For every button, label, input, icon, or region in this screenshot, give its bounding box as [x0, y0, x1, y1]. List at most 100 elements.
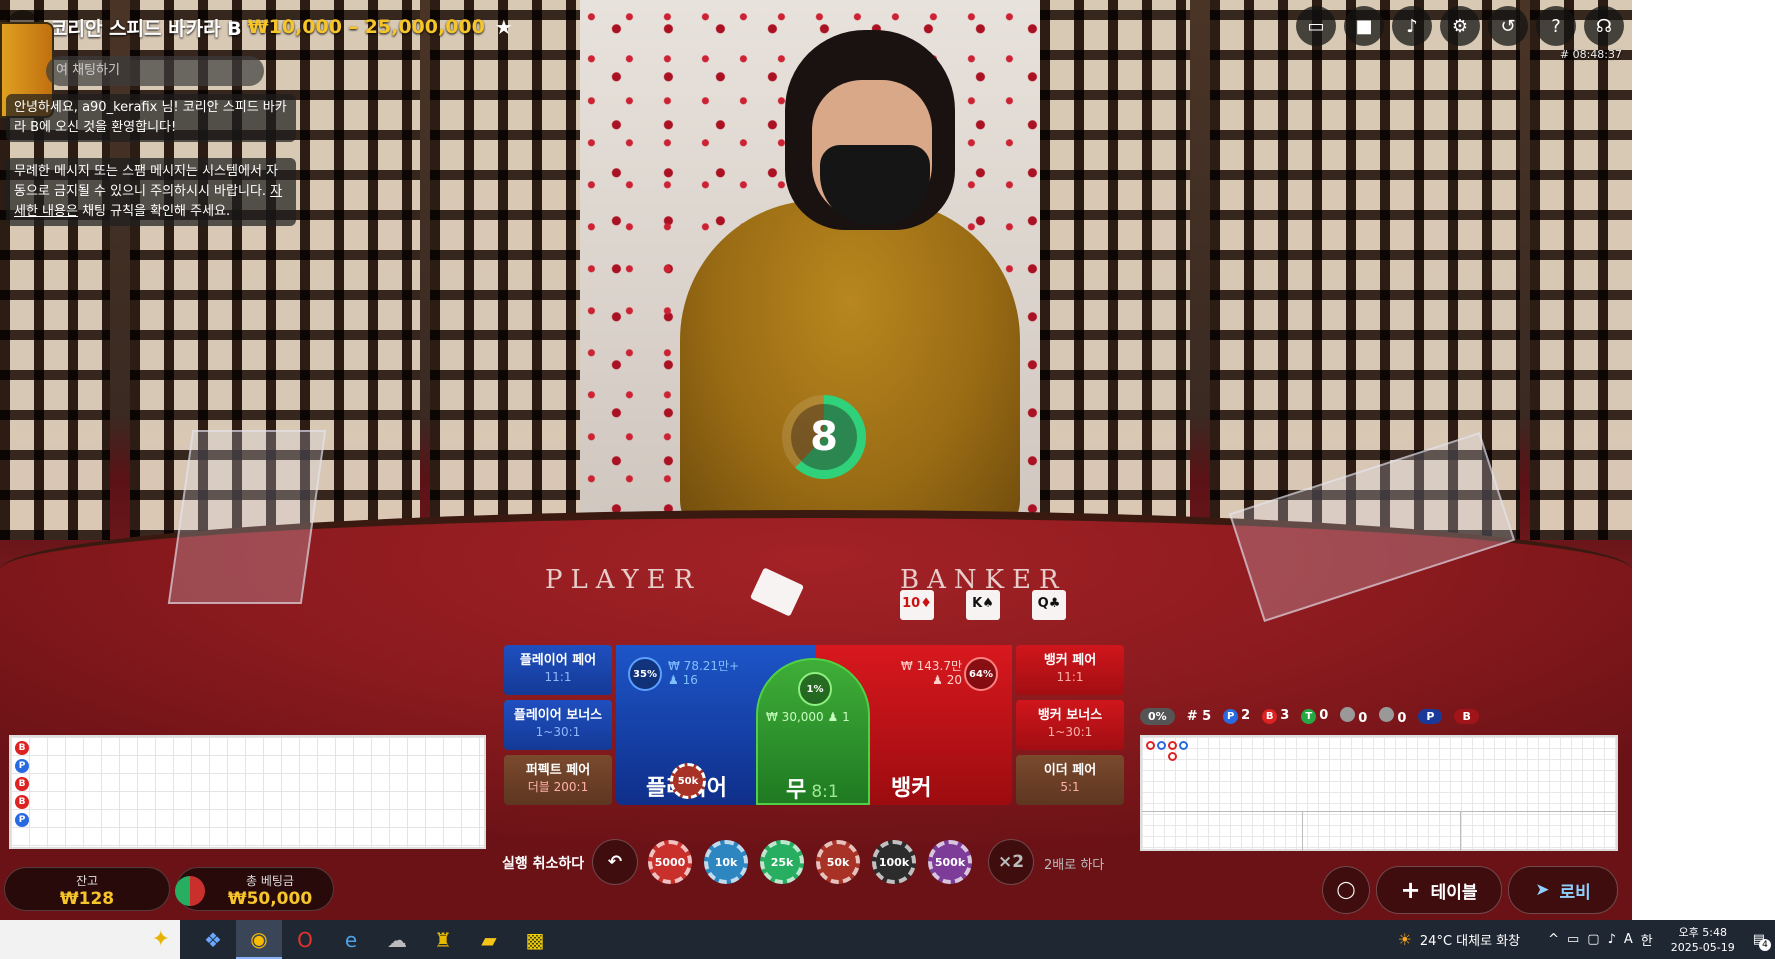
banker-bettor-value: 20 [946, 673, 962, 687]
banker-dot-icon: B [1262, 709, 1278, 724]
copilot-icon[interactable]: ✦ [0, 920, 180, 959]
plus-icon: + [1400, 876, 1421, 904]
banker-card: 10♦ [900, 590, 934, 620]
dealer [680, 200, 1020, 540]
tie-label-group: 무 8:1 [786, 772, 839, 804]
player-win-count: P2 [1223, 708, 1250, 724]
settings-icon[interactable]: ⚙ [1440, 6, 1480, 46]
chat-icon[interactable]: ▭ [1296, 6, 1336, 46]
player-pair-bet[interactable]: 플레이어 페어 11:1 [504, 645, 612, 695]
volume-icon[interactable]: ♪ [1392, 6, 1432, 46]
banker-predict-button[interactable]: B [1454, 708, 1479, 724]
player-bonus-bet[interactable]: 플레이어 보너스 1~30:1 [504, 700, 612, 750]
player-bettor-value: 16 [682, 673, 698, 687]
round-id: # 08:48:37 [1559, 48, 1622, 61]
chip-5000[interactable]: 5000 [648, 840, 692, 884]
player-bettor-count: ♟ 16 [668, 673, 698, 687]
undo-icon[interactable]: ↶ [592, 839, 638, 885]
clock[interactable]: 오후 5:48 2025-05-19 [1671, 925, 1735, 955]
chip-25k[interactable]: 25k [760, 840, 804, 884]
big-road-player [1179, 741, 1188, 750]
bet-label: 퍼펙트 페어 [525, 763, 591, 778]
either-pair-bet[interactable]: 이더 페어 5:1 [1016, 755, 1124, 805]
bead-banker: B [15, 777, 29, 791]
bead-player: P [15, 759, 29, 773]
chat-input[interactable]: 여 채팅하기 [46, 56, 264, 86]
bet-odds: 11:1 [544, 670, 572, 684]
weather-text[interactable]: 24°C 대체로 화창 [1420, 930, 1520, 949]
app-icon[interactable]: ☁ [374, 920, 420, 959]
chip-500k[interactable]: 500k [928, 840, 972, 884]
app-icon[interactable]: ♜ [420, 920, 466, 959]
banker-pair-bet[interactable]: 뱅커 페어 11:1 [1016, 645, 1124, 695]
star-icon[interactable]: ★ [495, 15, 513, 39]
lobby-button[interactable]: ➤ 로비 [1508, 866, 1618, 914]
bet-label: 뱅커 페어 [1043, 653, 1097, 668]
big-road-banker [1146, 741, 1155, 750]
road-divider [1460, 811, 1461, 851]
chip-100k[interactable]: 100k [872, 840, 916, 884]
sticky-notes-icon[interactable]: ▩ [512, 920, 558, 959]
bead-road: B P B B P [9, 735, 486, 849]
edge-icon[interactable]: e [328, 920, 374, 959]
chrome-icon[interactable]: ◉ [236, 920, 282, 959]
system-tray: ☀ 24°C 대체로 화창 ^ ▭ ▢ ♪ A 한 오후 5:48 2025-0… [1398, 920, 1775, 959]
discard-holder [167, 430, 327, 604]
keyboard-a-icon[interactable]: A [1624, 932, 1633, 947]
display-icon[interactable]: ▢ [1587, 932, 1599, 947]
lattice-screen [430, 0, 580, 540]
chevron-up-icon[interactable]: ^ [1548, 932, 1559, 947]
player-pair-value: 0 [1358, 710, 1368, 726]
video-icon[interactable]: ■ [1344, 6, 1384, 46]
double-label: 2배로 하다 [1044, 858, 1105, 873]
total-bet-value: ₩50,000 [227, 889, 313, 909]
banker-bonus-bet[interactable]: 뱅커 보너스 1~30:1 [1016, 700, 1124, 750]
ime-icon[interactable]: 한 [1641, 930, 1653, 949]
headset-icon[interactable]: ☊ [1584, 6, 1624, 46]
bet-odds: 5:1 [1060, 780, 1080, 794]
weather-icon: ☀ [1397, 930, 1412, 949]
player-predict-button[interactable]: P [1418, 708, 1443, 724]
chip-10k[interactable]: 10k [704, 840, 748, 884]
tie-percentage: 1% [798, 672, 832, 706]
clock-time: 오후 5:48 [1678, 925, 1727, 939]
volume-tray-icon[interactable]: ♪ [1608, 932, 1616, 947]
chat-bubble-icon[interactable]: ◯ [1322, 866, 1370, 914]
tables-label: 테이블 [1430, 882, 1478, 903]
network-icon[interactable]: ▭ [1567, 932, 1579, 947]
bead-banker: B [15, 741, 29, 755]
opera-icon[interactable]: O [282, 920, 328, 959]
bet-limits[interactable]: ₩10,000 – 25,000,000 [248, 16, 485, 38]
player-win-value: 2 [1241, 708, 1251, 723]
history-icon[interactable]: ↺ [1488, 6, 1528, 46]
player-percentage: 35% [628, 657, 662, 691]
bet-odds: 더블 200:1 [527, 780, 589, 794]
tie-bet-spot[interactable]: 1% ₩ 30,000 ♟ 1 무 8:1 [756, 658, 870, 805]
perfect-pair-bet[interactable]: 퍼펙트 페어 더블 200:1 [504, 755, 612, 805]
banker-pair-count: 0 [1379, 706, 1406, 726]
player-pair-dot-icon [1340, 706, 1356, 722]
player-total-amount: ₩ 78.21만+ [668, 659, 740, 673]
chip-50k[interactable]: 50k [816, 840, 860, 884]
player-pair-count: 0 [1340, 706, 1368, 726]
tables-button[interactable]: + 테이블 [1376, 866, 1502, 914]
player-dot-icon: P [1223, 709, 1239, 724]
lattice-screen [1530, 0, 1632, 540]
help-icon[interactable]: ? [1536, 6, 1576, 46]
copilot-app-icon[interactable]: ❖ [190, 920, 236, 959]
top-toolbar: ▭ ■ ♪ ⚙ ↺ ? ☊ [1296, 6, 1624, 46]
road-stats: 0% # 5 P2 B3 T0 0 0 P B [1140, 705, 1479, 727]
notification-count: 4 [1759, 939, 1771, 951]
file-explorer-icon[interactable]: ▰ [466, 920, 512, 959]
chat-welcome-message: 안녕하세요, a90_kerafix 님! 코리안 스피드 바카라 B에 오신 … [6, 94, 296, 142]
banker-label: 뱅커 [891, 776, 932, 801]
round-count: # 5 [1186, 708, 1212, 724]
road-divider [1302, 811, 1303, 851]
notification-icon[interactable]: ▤ 4 [1753, 932, 1771, 951]
windows-taskbar: ✦ ❖ ◉ O e ☁ ♜ ▰ ▩ ☀ 24°C 대체로 화창 ^ ▭ ▢ ♪ … [0, 920, 1775, 959]
banker-total-amount: ₩ 143.7만 [900, 659, 962, 673]
warning-text: 무례한 메시지 또는 스팸 메시지는 시스템에서 자동으로 금지될 수 있으니 … [14, 164, 278, 199]
tie-odds: 8:1 [811, 782, 839, 802]
double-button[interactable]: ×2 [988, 839, 1034, 885]
bet-odds: 11:1 [1056, 670, 1084, 684]
